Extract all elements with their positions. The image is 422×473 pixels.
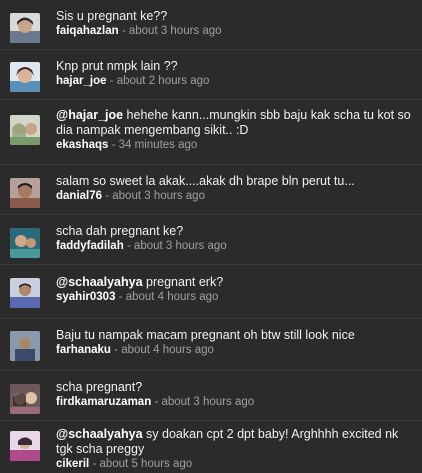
avatar-face-icon[interactable]: [10, 331, 40, 361]
list-item: @hajar_joe hehehe kann...mungkin sbb baj…: [0, 100, 422, 165]
comment-meta: faddyfadilah - about 3 hours ago: [56, 239, 412, 254]
list-item: @schaalyahya pregnant erk? syahir0303 - …: [0, 265, 422, 319]
avatar-face-icon[interactable]: [10, 62, 40, 92]
comment-meta: firdkamaruzaman - about 3 hours ago: [56, 395, 412, 410]
timestamp[interactable]: - 34 minutes ago: [112, 139, 198, 151]
list-item: Baju tu nampak macam pregnant oh btw sti…: [0, 319, 422, 371]
list-item: salam so sweet la akak....akak dh brape …: [0, 165, 422, 215]
comment-text: Baju tu nampak macam pregnant oh btw sti…: [56, 328, 355, 342]
avatar-face-icon[interactable]: [10, 178, 40, 208]
comment-meta: danial76 - about 3 hours ago: [56, 189, 412, 204]
list-item: Knp prut nmpk lain ?? hajar_joe - about …: [0, 50, 422, 100]
list-item: scha pregnant? firdkamaruzaman - about 3…: [0, 371, 422, 421]
comment-feed: Sis u pregnant ke?? faiqahazlan - about …: [0, 0, 422, 473]
comment-text: Sis u pregnant ke??: [56, 9, 168, 23]
timestamp[interactable]: - about 3 hours ago: [122, 25, 222, 37]
username-link[interactable]: ekashaqs: [56, 139, 108, 151]
comment-meta: hajar_joe - about 2 hours ago: [56, 74, 412, 89]
timestamp[interactable]: - about 3 hours ago: [127, 240, 227, 252]
avatar-face-icon[interactable]: [10, 13, 40, 43]
comment-text: scha pregnant?: [56, 380, 143, 394]
username-link[interactable]: farhanaku: [56, 344, 111, 356]
comment-body: Knp prut nmpk lain ?? hajar_joe - about …: [56, 59, 412, 89]
list-item: @schaalyahya sy doakan cpt 2 dpt baby! A…: [0, 421, 422, 473]
comment-text-body: pregnant erk?: [142, 275, 224, 289]
comment-text: salam so sweet la akak....akak dh brape …: [56, 174, 355, 188]
comment-meta: faiqahazlan - about 3 hours ago: [56, 24, 412, 39]
comment-text: Knp prut nmpk lain ??: [56, 59, 178, 73]
avatar-face-icon[interactable]: [10, 228, 40, 258]
comment-body: Sis u pregnant ke?? faiqahazlan - about …: [56, 9, 412, 39]
username-link[interactable]: cikeril: [56, 458, 89, 470]
mention-link[interactable]: @schaalyahya: [56, 275, 143, 289]
username-link[interactable]: syahir0303: [56, 291, 115, 303]
mention-link[interactable]: @hajar_joe: [56, 108, 123, 122]
comment-body: scha pregnant? firdkamaruzaman - about 3…: [56, 380, 412, 410]
username-link[interactable]: faddyfadilah: [56, 240, 124, 252]
avatar-face-icon[interactable]: [10, 278, 40, 308]
comment-body: scha dah pregnant ke? faddyfadilah - abo…: [56, 224, 412, 254]
list-item: Sis u pregnant ke?? faiqahazlan - about …: [0, 0, 422, 50]
timestamp[interactable]: - about 2 hours ago: [110, 75, 210, 87]
username-link[interactable]: danial76: [56, 190, 102, 202]
comment-body: salam so sweet la akak....akak dh brape …: [56, 174, 412, 204]
timestamp[interactable]: - about 3 hours ago: [154, 396, 254, 408]
comment-meta: ekashaqs - 34 minutes ago: [56, 138, 412, 153]
comment-body: @schaalyahya pregnant erk? syahir0303 - …: [56, 275, 412, 305]
timestamp[interactable]: - about 3 hours ago: [105, 190, 205, 202]
comment-text: @schaalyahya pregnant erk?: [56, 275, 412, 290]
comment-meta: syahir0303 - about 4 hours ago: [56, 290, 412, 305]
username-link[interactable]: faiqahazlan: [56, 25, 119, 37]
comment-text: scha dah pregnant ke?: [56, 224, 184, 238]
timestamp[interactable]: - about 4 hours ago: [119, 291, 219, 303]
list-item: scha dah pregnant ke? faddyfadilah - abo…: [0, 215, 422, 265]
comment-meta: cikeril - about 5 hours ago: [56, 457, 412, 472]
comment-text: @schaalyahya sy doakan cpt 2 dpt baby! A…: [56, 427, 412, 457]
mention-link[interactable]: @schaalyahya: [56, 427, 143, 441]
username-link[interactable]: hajar_joe: [56, 75, 107, 87]
comment-body: Baju tu nampak macam pregnant oh btw sti…: [56, 328, 412, 358]
comment-text: @hajar_joe hehehe kann...mungkin sbb baj…: [56, 108, 412, 138]
timestamp[interactable]: - about 4 hours ago: [114, 344, 214, 356]
avatar-face-icon[interactable]: [10, 431, 40, 461]
timestamp[interactable]: - about 5 hours ago: [92, 458, 192, 470]
avatar-face-icon[interactable]: [10, 384, 40, 414]
comment-body: @schaalyahya sy doakan cpt 2 dpt baby! A…: [56, 427, 412, 472]
username-link[interactable]: firdkamaruzaman: [56, 396, 151, 408]
comment-meta: farhanaku - about 4 hours ago: [56, 343, 412, 358]
avatar-face-icon[interactable]: [10, 115, 40, 145]
comment-body: @hajar_joe hehehe kann...mungkin sbb baj…: [56, 108, 412, 153]
